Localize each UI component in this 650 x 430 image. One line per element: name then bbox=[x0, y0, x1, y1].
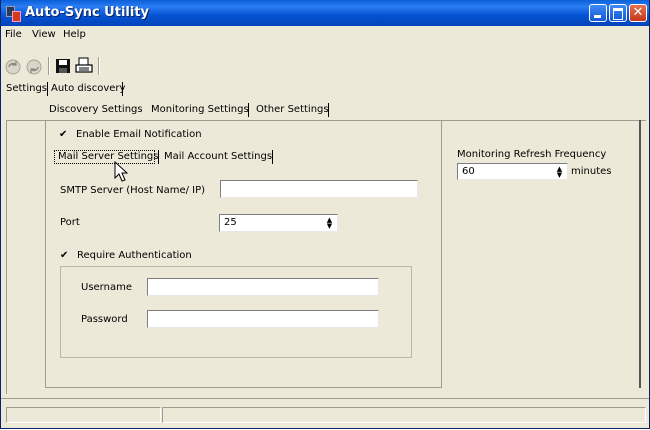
tab-mail-account-settings[interactable]: Mail Account Settings bbox=[164, 151, 272, 162]
refresh-frequency-label: Monitoring Refresh Frequency bbox=[457, 149, 607, 160]
status-panel bbox=[6, 407, 161, 423]
port-label: Port bbox=[60, 217, 80, 228]
title-bar[interactable]: Auto-Sync Utility ✕ bbox=[1, 0, 649, 26]
tab-settings[interactable]: Settings bbox=[6, 83, 47, 94]
tab-monitoring-settings[interactable]: Monitoring Settings bbox=[151, 104, 249, 115]
tab-separator bbox=[158, 150, 159, 164]
stop-sync-icon[interactable] bbox=[25, 58, 43, 76]
enable-email-label: Enable Email Notification bbox=[76, 129, 202, 140]
tab-auto-discovery[interactable]: Auto discovery bbox=[51, 83, 125, 94]
require-auth-label: Require Authentication bbox=[77, 250, 192, 261]
require-auth-checkbox[interactable]: ✔ bbox=[60, 251, 69, 261]
smtp-server-input[interactable] bbox=[220, 180, 418, 198]
save-icon[interactable] bbox=[55, 58, 71, 74]
content-frame bbox=[45, 387, 441, 388]
tab-separator bbox=[47, 82, 48, 96]
panel-divider bbox=[639, 120, 641, 388]
content-frame bbox=[6, 120, 7, 394]
minimize-button[interactable] bbox=[589, 4, 607, 22]
tab-separator bbox=[328, 103, 329, 117]
smtp-label: SMTP Server (Host Name/ IP) bbox=[60, 185, 206, 196]
port-input[interactable]: 25 ▲ ▼ bbox=[219, 214, 338, 232]
password-label: Password bbox=[81, 314, 128, 325]
tab-discovery-settings[interactable]: Discovery Settings bbox=[49, 104, 143, 115]
spinner-icon[interactable]: ▲ ▼ bbox=[325, 217, 334, 230]
toolbar bbox=[1, 45, 649, 77]
toolbar-separator bbox=[48, 57, 50, 75]
status-bar bbox=[1, 398, 649, 428]
toolbar-separator bbox=[98, 57, 100, 75]
username-label: Username bbox=[81, 282, 132, 293]
print-icon[interactable] bbox=[75, 57, 93, 75]
app-window: Auto-Sync Utility ✕ File View Help Setti… bbox=[0, 0, 650, 429]
status-panel bbox=[162, 407, 646, 423]
port-value: 25 bbox=[224, 217, 237, 228]
menu-file[interactable]: File bbox=[5, 29, 22, 40]
content-frame bbox=[45, 120, 46, 388]
refresh-frequency-input[interactable]: 60 ▲ ▼ bbox=[457, 163, 568, 180]
tab-mail-server-settings[interactable]: Mail Server Settings bbox=[58, 151, 158, 162]
tab-separator bbox=[248, 103, 249, 117]
menu-help[interactable]: Help bbox=[63, 29, 86, 40]
menu-view[interactable]: View bbox=[32, 29, 56, 40]
window-title: Auto-Sync Utility bbox=[25, 5, 150, 20]
tab-separator bbox=[272, 150, 273, 164]
refresh-unit-label: minutes bbox=[571, 166, 612, 177]
username-input[interactable] bbox=[147, 278, 379, 296]
tab-other-settings[interactable]: Other Settings bbox=[256, 104, 329, 115]
refresh-frequency-value: 60 bbox=[462, 166, 475, 177]
menu-bar: File View Help bbox=[1, 26, 649, 44]
maximize-icon bbox=[613, 8, 623, 20]
close-button[interactable]: ✕ bbox=[629, 4, 647, 22]
spinner-icon[interactable]: ▲ ▼ bbox=[555, 166, 564, 179]
app-icon bbox=[6, 6, 21, 22]
start-sync-icon[interactable] bbox=[4, 58, 22, 76]
enable-email-checkbox[interactable]: ✔ bbox=[59, 130, 68, 140]
maximize-button[interactable] bbox=[609, 4, 627, 22]
close-icon: ✕ bbox=[632, 5, 644, 20]
password-input[interactable] bbox=[147, 310, 379, 328]
content-frame bbox=[6, 120, 646, 121]
cursor-arrow-icon bbox=[114, 161, 129, 182]
panel-divider bbox=[441, 120, 442, 388]
tab-separator bbox=[122, 82, 123, 96]
minimize-icon bbox=[594, 15, 601, 18]
